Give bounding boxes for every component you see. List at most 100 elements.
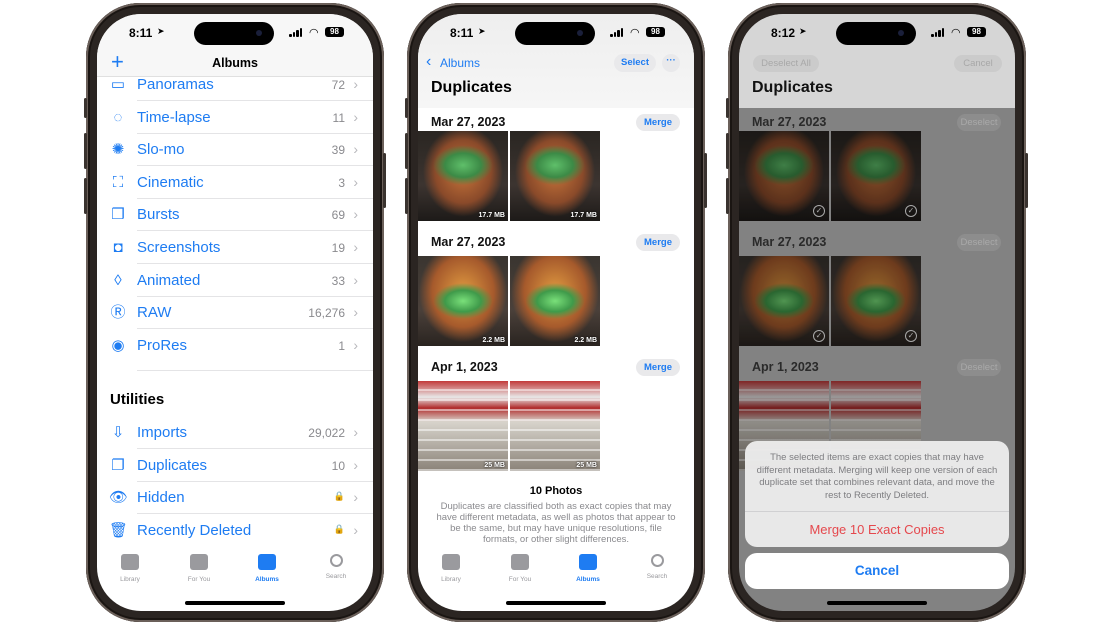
album-row-slo-mo[interactable]: ✺ Slo-mo 39 › — [97, 134, 373, 167]
page-title: Duplicates — [752, 79, 833, 96]
location-arrow-icon: ➤ — [157, 26, 165, 36]
side-button — [726, 98, 729, 118]
tab-label: For You — [508, 576, 532, 583]
merge-screen: Deselect All Cancel Duplicates Mar 27, 2… — [739, 14, 1015, 611]
album-row-cinematic[interactable]: ⛶ Cinematic 3 › — [97, 167, 373, 199]
album-count: 16,276 — [308, 306, 345, 321]
phone-merge-sheet: Deselect All Cancel Duplicates Mar 27, 2… — [726, 3, 1028, 622]
for-you-icon — [511, 554, 529, 570]
album-row-hidden[interactable]: 👁 Hidden 🔒 › — [97, 482, 373, 515]
cancel-selection-button[interactable]: Cancel — [954, 55, 1002, 72]
wifi-icon: ◠ — [309, 27, 319, 39]
merge-button[interactable]: Merge — [636, 114, 680, 131]
chevron-left-icon[interactable]: ‹ — [426, 53, 431, 71]
duplicates-icon: ❐ — [111, 456, 125, 474]
duplicate-photo[interactable]: 2.2 MB — [510, 256, 600, 346]
tab-search[interactable]: Search — [306, 554, 366, 580]
back-button[interactable]: Albums — [440, 56, 480, 70]
dynamic-island — [194, 22, 274, 45]
location-arrow-icon: ➤ — [478, 26, 486, 36]
album-row-imports[interactable]: ⇩ Imports 29,022 › — [97, 417, 373, 449]
chevron-right-icon: › — [353, 456, 358, 473]
tab-library[interactable]: Library — [100, 554, 160, 583]
file-size: 2.2 MB — [482, 337, 505, 344]
album-row-animated[interactable]: ◊ Animated 33 › — [97, 265, 373, 297]
phone-duplicates: ‹ Albums Select ··· Duplicates Mar 27, 2… — [405, 3, 707, 622]
duplicate-photo[interactable]: 17.7 MB — [510, 131, 600, 221]
tab-albums[interactable]: Albums — [237, 554, 297, 583]
wifi-icon: ◠ — [951, 27, 961, 39]
select-button[interactable]: Select — [614, 54, 656, 72]
album-count: 1 — [338, 338, 345, 353]
album-label: Imports — [137, 424, 188, 441]
album-row-prores[interactable]: ◉ ProRes 1 › — [97, 330, 373, 362]
group-date: Apr 1, 2023 — [431, 360, 498, 374]
duplicate-photo[interactable]: 17.7 MB — [418, 131, 508, 221]
side-button — [84, 98, 87, 118]
merge-button[interactable]: Merge — [636, 359, 680, 376]
chevron-right-icon: › — [353, 489, 358, 506]
tab-for-you[interactable]: For You — [490, 554, 550, 583]
group-date: Mar 27, 2023 — [431, 235, 506, 249]
album-row-recently-deleted[interactable]: 🗑 Recently Deleted 🔒 › — [97, 515, 373, 547]
tab-bar: Library For You Albums Search — [97, 554, 373, 594]
screenshot-icon: ◘ — [113, 239, 123, 256]
album-row-duplicates[interactable]: ❐ Duplicates 10 › — [97, 450, 373, 482]
duplicate-photo[interactable]: 25 MB — [418, 381, 508, 471]
tab-for-you[interactable]: For You — [169, 554, 229, 583]
wifi-icon: ◠ — [630, 27, 640, 39]
duplicate-photo[interactable]: 25 MB — [510, 381, 600, 471]
tab-library[interactable]: Library — [421, 554, 481, 583]
side-button — [1025, 153, 1028, 208]
file-size: 2.2 MB — [574, 337, 597, 344]
page-title: Duplicates — [431, 79, 512, 96]
cellular-signal-icon — [289, 28, 302, 37]
cancel-button[interactable]: Cancel — [745, 553, 1009, 589]
duplicate-photo[interactable]: 2.2 MB — [418, 256, 508, 346]
side-button — [405, 178, 408, 214]
photo-count: 10 Photos — [529, 485, 583, 497]
album-row-panoramas[interactable]: ▭ Panoramas 72 › — [97, 69, 373, 101]
tab-label: Search — [325, 573, 347, 580]
search-icon — [329, 554, 343, 567]
side-button — [84, 133, 87, 169]
album-row-bursts[interactable]: ❒ Bursts 69 › — [97, 199, 373, 232]
trash-icon: 🗑 — [109, 521, 129, 539]
album-label: Recently Deleted — [137, 521, 252, 539]
tab-label: Search — [646, 573, 668, 580]
action-sheet: The selected items are exact copies that… — [745, 441, 1009, 547]
album-label: Duplicates — [137, 456, 208, 474]
deselect-all-button[interactable]: Deselect All — [753, 55, 819, 72]
album-row-raw[interactable]: Ⓡ RAW 16,276 › — [97, 297, 373, 330]
utilities-heading: Utilities — [110, 391, 165, 408]
photo-stack-icon — [121, 554, 139, 570]
side-button — [726, 133, 729, 169]
chevron-right-icon: › — [353, 206, 358, 223]
tab-label: Library — [120, 576, 140, 583]
chevron-right-icon: › — [353, 141, 358, 158]
album-label: Time-lapse — [137, 108, 211, 126]
merge-copies-button[interactable]: Merge 10 Exact Copies — [745, 512, 1009, 547]
tab-albums[interactable]: Albums — [558, 554, 618, 583]
side-button — [405, 133, 408, 169]
footer-description: Duplicates are classified both as exact … — [436, 501, 676, 545]
side-button — [726, 178, 729, 214]
photo-stack-icon — [442, 554, 460, 570]
merge-button[interactable]: Merge — [636, 234, 680, 251]
eye-slash-icon: 👁 — [109, 489, 129, 507]
album-row-screenshots[interactable]: ◘ Screenshots 19 › — [97, 232, 373, 264]
tab-bar: Library For You Albums Search — [418, 554, 694, 594]
albums-screen: + Albums ▭ Panoramas 72 › ◌ Time-lapse 11 › ✺ Slo… — [97, 14, 373, 611]
album-row-time-lapse[interactable]: ◌ Time-lapse 11 › — [97, 102, 373, 134]
file-size: 25 MB — [576, 462, 597, 469]
tab-search[interactable]: Search — [627, 554, 687, 580]
side-button — [405, 98, 408, 118]
album-count: 11 — [332, 110, 345, 125]
status-time: 8:11 — [450, 26, 474, 40]
panorama-icon: ▭ — [110, 76, 126, 93]
divider — [137, 370, 373, 371]
album-count: 33 — [331, 273, 345, 288]
ellipsis-icon[interactable]: ··· — [662, 54, 680, 72]
chevron-right-icon: › — [353, 108, 358, 125]
status-time: 8:12 — [771, 26, 796, 40]
